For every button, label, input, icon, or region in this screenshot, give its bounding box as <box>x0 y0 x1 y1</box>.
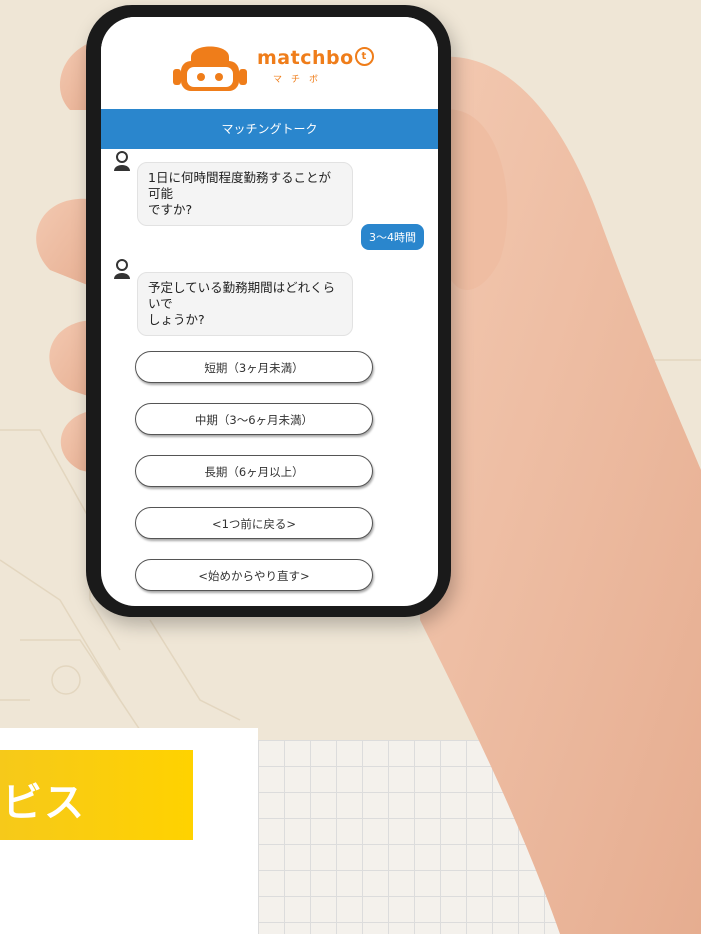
logo-wordmark: matchbo t <box>257 47 374 69</box>
option-mid-term-button[interactable]: 中期（3〜6ヶ月未満） <box>135 403 373 435</box>
logo-wordmark-text: matchbo <box>257 47 354 69</box>
option-long-term-button[interactable]: 長期（6ヶ月以上） <box>135 455 373 487</box>
bot-message-line: ですか? <box>148 202 193 217</box>
restart-button[interactable]: <始めからやり直す> <box>135 559 373 591</box>
logo-kana: マチボ <box>273 75 328 85</box>
option-short-term-button[interactable]: 短期（3ヶ月未満） <box>135 351 373 383</box>
chat-title-bar: マッチングトーク <box>101 109 438 149</box>
bot-message-line: 予定している勤務期間はどれくらいで <box>148 280 336 311</box>
back-one-step-button[interactable]: <1つ前に戻る> <box>135 507 373 539</box>
logo-circle-mark: t <box>354 47 374 66</box>
robot-logo-icon <box>173 46 247 91</box>
operator-avatar-icon <box>114 151 130 171</box>
app-header: matchbo t マチボ <box>101 17 438 109</box>
bot-message-line: 1日に何時間程度勤務することが可能 <box>148 170 331 201</box>
banner-partial-text: ビス <box>2 780 86 826</box>
user-message-bubble: 3〜4時間 <box>361 224 424 250</box>
bot-message-line: しょうか? <box>148 312 205 327</box>
bot-message-bubble: 予定している勤務期間はどれくらいで しょうか? <box>137 272 353 336</box>
phone-screen: matchbo t マチボ マッチングトーク 1日に何時間程度勤務することが可能 … <box>101 17 438 606</box>
bot-message-bubble: 1日に何時間程度勤務することが可能 ですか? <box>137 162 353 226</box>
operator-avatar-icon <box>114 259 130 279</box>
